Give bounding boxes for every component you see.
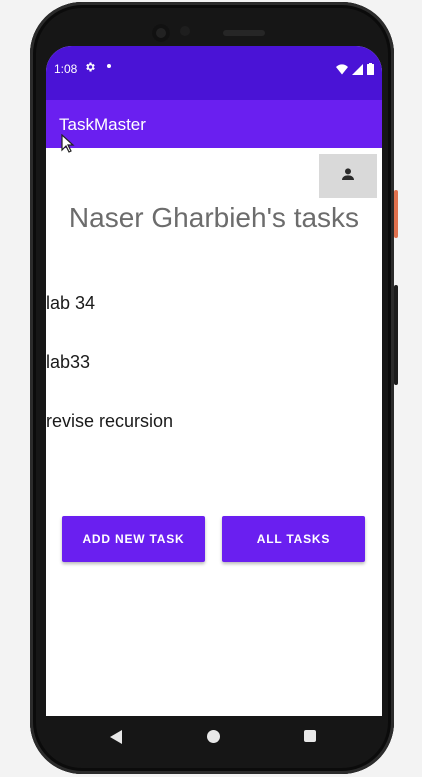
recent-apps-icon[interactable] bbox=[304, 730, 316, 742]
app-bar: TaskMaster bbox=[46, 100, 382, 148]
dot-icon bbox=[107, 64, 111, 68]
status-time: 1:08 bbox=[54, 62, 78, 76]
app-screen: 1:08 TaskMaster Naser Gharbieh's tasks l… bbox=[46, 46, 382, 716]
mouse-cursor-icon bbox=[61, 133, 75, 154]
power-button[interactable] bbox=[394, 190, 398, 238]
sensor bbox=[180, 26, 190, 36]
status-bar: 1:08 bbox=[46, 46, 382, 100]
page-title: Naser Gharbieh's tasks bbox=[68, 202, 360, 233]
gear-icon bbox=[84, 59, 96, 77]
back-icon[interactable] bbox=[110, 730, 122, 749]
volume-button[interactable] bbox=[394, 285, 398, 385]
task-item[interactable]: lab 34 bbox=[46, 293, 95, 314]
earpiece-speaker bbox=[223, 30, 265, 36]
status-icons bbox=[336, 62, 374, 80]
profile-button[interactable] bbox=[319, 154, 377, 198]
wifi-icon bbox=[336, 62, 348, 80]
task-item[interactable]: lab33 bbox=[46, 352, 90, 373]
battery-icon bbox=[367, 62, 374, 80]
front-camera bbox=[152, 24, 170, 42]
signal-icon bbox=[352, 62, 363, 80]
navigation-bar bbox=[46, 716, 382, 758]
task-item[interactable]: revise recursion bbox=[46, 411, 173, 432]
person-icon bbox=[340, 166, 356, 187]
app-title: TaskMaster bbox=[59, 115, 146, 134]
home-icon[interactable] bbox=[207, 730, 220, 743]
all-tasks-button[interactable]: ALL TASKS bbox=[222, 516, 365, 562]
add-new-task-button[interactable]: ADD NEW TASK bbox=[62, 516, 205, 562]
